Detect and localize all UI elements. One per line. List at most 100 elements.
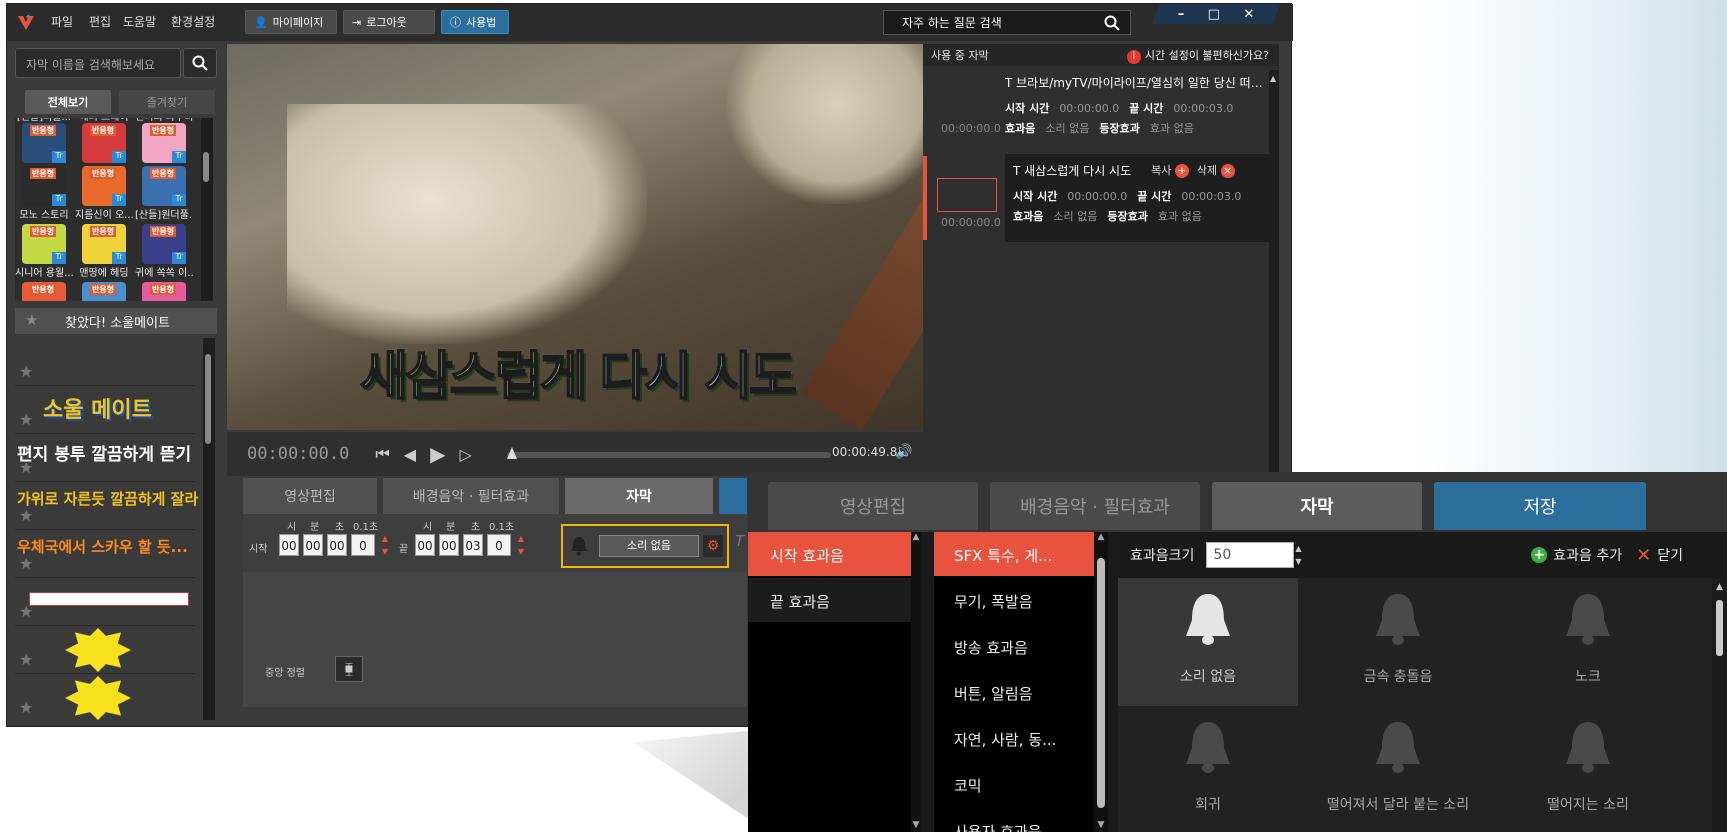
subtitle-thumb-box[interactable] [937, 178, 997, 212]
grid-scrollbar[interactable] [201, 118, 213, 301]
subtitle-card-2[interactable]: T 새삼스럽게 다시 시도 복사 + 삭제 × 시작 시간 00:00:00.0 끝 시… [1005, 154, 1269, 242]
fx-category-scrollbar[interactable]: ▲ ▼ [1094, 532, 1108, 832]
menu-file[interactable]: 파일 [51, 13, 73, 30]
sound-effect-selector[interactable]: 소리 없음 ⚙ [561, 524, 729, 568]
template-item[interactable]: 반응형 Tr 맨땅에 헤딩 [75, 224, 133, 279]
soulmate-item[interactable]: 가위로 자른듯 깔끔하게 잘라 ★ [15, 482, 198, 530]
faq-search-input[interactable]: 자주 하는 질문 검색 [883, 10, 1131, 35]
fx-sound-item[interactable]: 금속 충돌음 [1308, 578, 1488, 706]
volume-icon[interactable]: 🔊 [895, 444, 912, 460]
end-stepper[interactable]: ▲ ▼ [513, 534, 529, 556]
template-item[interactable]: 반응형 Tr 모노 스토리 [15, 166, 73, 221]
menu-help[interactable]: 도움말 [123, 13, 156, 30]
mypage-button[interactable]: 👤 마이페이지 [245, 10, 337, 34]
fx-sound-item[interactable]: 회귀 [1118, 706, 1298, 832]
soulmate-item[interactable]: 소울 메이트 ★ [15, 386, 195, 434]
template-item[interactable]: 반응형 Tr [산들]원더풀... [135, 166, 193, 221]
step-forward-icon[interactable]: ▷ [459, 445, 471, 464]
soulmate-item[interactable]: ★ [15, 674, 195, 720]
maximize-button[interactable]: □ [1208, 7, 1220, 22]
start-hour[interactable]: 00 [279, 534, 299, 556]
tab-subtitle[interactable]: 자막 [565, 478, 713, 514]
tab-all[interactable]: 전체보기 [25, 90, 111, 114]
subtitle-card-1[interactable]: 00:00:00.0 T 브라보/myTV/마이라이프/열심히 일한 당신 떠나… [923, 68, 1269, 144]
fx-category-item[interactable]: 코믹 [934, 762, 1094, 806]
fx-tab-bgm-filter[interactable]: 배경음악 · 필터효과 [990, 482, 1200, 530]
sound-effect-value[interactable]: 소리 없음 [599, 535, 699, 557]
fx-category-item[interactable]: 자연, 사람, 동... [934, 716, 1094, 760]
fx-timing-scrollbar[interactable]: ▲ ▼ [911, 532, 921, 832]
fx-end-sound[interactable]: 끝 효과음 [748, 578, 911, 622]
fx-start-sound[interactable]: 시작 효과음 [748, 532, 911, 576]
start-minute[interactable]: 00 [303, 534, 323, 556]
fx-volume-input[interactable]: 50 [1206, 542, 1295, 568]
fx-sound-item[interactable]: 떨어져서 달라 붙는 소리 [1308, 706, 1488, 832]
template-item[interactable]: 반응형 Tr 지름신이 오... [75, 166, 133, 221]
fx-add-button[interactable]: + 효과음 추가 [1531, 545, 1622, 565]
star-icon[interactable]: ★ [19, 506, 33, 525]
star-icon[interactable]: ★ [19, 650, 33, 669]
soulmate-item[interactable]: ★ [15, 578, 195, 626]
fx-tab-subtitle[interactable]: 자막 [1212, 482, 1422, 530]
fx-category-item[interactable]: SFX 특수, 게... [934, 532, 1094, 576]
fx-sound-item[interactable]: 소리 없음 [1118, 578, 1298, 706]
template-item[interactable]: 반응형Tr [75, 282, 133, 301]
skip-start-icon[interactable]: ⏮ [375, 444, 389, 464]
menu-settings[interactable]: 환경설정 [171, 13, 215, 30]
fx-tab-video-edit[interactable]: 영상편집 [768, 482, 978, 530]
start-tenth[interactable]: 0 [351, 534, 375, 556]
end-hour[interactable]: 00 [415, 534, 435, 556]
gear-icon[interactable]: ⚙ [703, 535, 723, 557]
fx-sound-scrollbar[interactable]: ▲ [1712, 578, 1727, 832]
start-stepper[interactable]: ▲ ▼ [377, 534, 393, 556]
star-icon[interactable]: ★ [19, 458, 33, 477]
time-help-link[interactable]: i 시간 설정이 불편하신가요? [1126, 47, 1269, 64]
tab-save-partial[interactable] [719, 478, 747, 514]
subtitle-search-input[interactable]: 자막 이름을 검색해보세요 [15, 48, 181, 78]
start-second[interactable]: 00 [327, 534, 347, 556]
minimize-button[interactable]: – [1178, 7, 1185, 22]
close-window-button[interactable]: ✕ [1243, 7, 1254, 22]
star-icon[interactable]: ★ [19, 410, 33, 429]
soulmate-item[interactable]: 편지 봉투 깔끔하게 뜯기 ★ [15, 434, 195, 482]
soulmate-scrollbar[interactable] [203, 338, 215, 720]
soulmate-item[interactable]: ★ [15, 626, 195, 674]
menu-edit[interactable]: 편집 [89, 13, 111, 30]
fx-close-button[interactable]: ✕ 닫기 [1636, 545, 1683, 566]
step-back-icon[interactable]: ◀ [404, 445, 416, 464]
template-item[interactable]: 반응형 Tr 시니어 용월... [15, 224, 73, 279]
star-icon[interactable]: ★ [25, 311, 38, 329]
copy-button[interactable]: 복사 + [1151, 162, 1189, 178]
align-center-icon[interactable]: ⧯ [335, 656, 363, 682]
template-item[interactable]: 반응형Tr [15, 282, 73, 301]
fx-category-item[interactable]: 사용자 효과음 [934, 808, 1094, 832]
tab-bgm-filter[interactable]: 배경음악 · 필터효과 [383, 478, 559, 514]
star-icon[interactable]: ★ [19, 554, 33, 573]
fx-sound-item[interactable]: 떨어지는 소리 [1498, 706, 1678, 832]
subpanel-scrollbar[interactable]: ▲ [1269, 70, 1279, 476]
soulmate-item[interactable]: ★ [15, 338, 195, 386]
fx-volume-stepper[interactable]: ▲ ▼ [1295, 542, 1309, 568]
fx-tab-save[interactable]: 저장 [1434, 482, 1646, 530]
video-subtitle-text[interactable]: 새삼스럽게 다시 시도 [327, 334, 827, 409]
progress-handle[interactable] [507, 447, 517, 459]
logout-button[interactable]: ⇥ 로그아웃 [343, 10, 435, 34]
star-icon[interactable]: ★ [19, 698, 33, 717]
delete-button[interactable]: 삭제 × [1197, 162, 1235, 178]
progress-track[interactable] [507, 447, 831, 459]
end-second[interactable]: 03 [463, 534, 483, 556]
star-icon[interactable]: ★ [19, 362, 33, 381]
end-minute[interactable]: 00 [439, 534, 459, 556]
soulmate-item[interactable]: 우체국에서 스카우 할 듯... ★ [15, 530, 195, 578]
guide-button[interactable]: ⓘ 사용법 [441, 10, 509, 34]
end-tenth[interactable]: 0 [487, 534, 511, 556]
faq-search-button[interactable] [1094, 11, 1130, 34]
tab-favorites[interactable]: 즐겨찾기 [119, 90, 215, 114]
template-item[interactable]: 언니의 파우더반응형Tr [135, 118, 193, 163]
star-icon[interactable]: ★ [19, 602, 33, 621]
template-item[interactable]: 반응형Tr [135, 282, 193, 301]
template-item[interactable]: [산들]리틀...반응형Tr [15, 118, 73, 163]
text-style-icon[interactable]: T [735, 532, 744, 550]
fx-category-item[interactable]: 무기, 폭발음 [934, 578, 1094, 622]
subtitle-search-button[interactable] [183, 48, 217, 78]
